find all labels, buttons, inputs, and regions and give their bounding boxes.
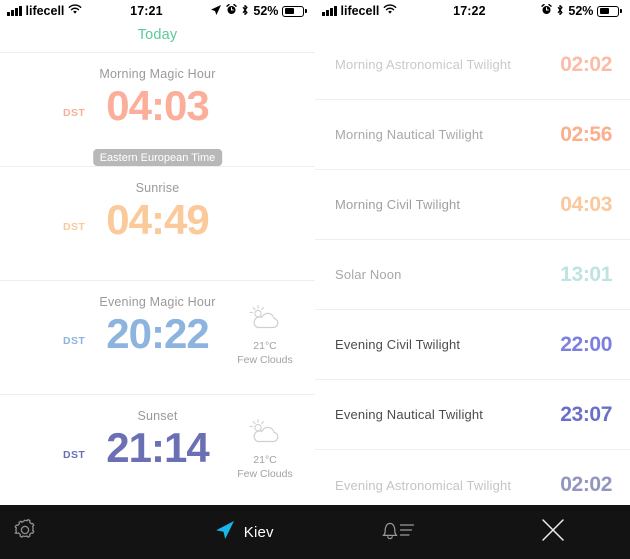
event-title: Morning Magic Hour bbox=[99, 67, 216, 81]
row-time: 02:56 bbox=[560, 122, 612, 146]
table-row[interactable]: Morning Astronomical Twilight 02:02 bbox=[315, 30, 630, 100]
event-time: 04:49 bbox=[106, 196, 209, 243]
table-row[interactable]: Evening Nautical Twilight 23:07 bbox=[315, 380, 630, 450]
event-time: 20:22 bbox=[106, 310, 209, 357]
left-panel-today-view: lifecell 17:21 52% Today Morning Magic H… bbox=[0, 0, 315, 505]
row-label: Evening Nautical Twilight bbox=[335, 407, 484, 422]
battery-icon bbox=[282, 5, 307, 17]
row-time: 22:00 bbox=[560, 332, 612, 356]
weather-temperature: 21°C bbox=[253, 340, 277, 353]
status-bar-left: lifecell 17:21 52% bbox=[0, 0, 315, 22]
sun-behind-cloud-icon bbox=[233, 303, 297, 335]
event-time: 04:03 bbox=[106, 82, 209, 129]
event-card-evening-magic-hour[interactable]: Evening Magic Hour DST 20:22 21°C Few Cl… bbox=[0, 280, 315, 394]
status-bar-right-group: 52% bbox=[210, 4, 307, 19]
location-button[interactable]: Kiev bbox=[167, 505, 322, 559]
event-card-sunset[interactable]: Sunset DST 21:14 21°C Few Clouds bbox=[0, 394, 315, 508]
event-title: Sunset bbox=[137, 409, 178, 423]
event-title: Sunrise bbox=[135, 181, 180, 195]
table-row[interactable]: Morning Civil Twilight 04:03 bbox=[315, 170, 630, 240]
row-time: 02:02 bbox=[560, 52, 612, 76]
settings-button[interactable] bbox=[0, 505, 167, 559]
alarm-clock-icon bbox=[226, 4, 238, 18]
bell-list-icon bbox=[378, 517, 418, 548]
battery-icon bbox=[597, 5, 622, 17]
close-button[interactable] bbox=[476, 505, 630, 559]
event-time: 21:14 bbox=[106, 424, 209, 471]
row-time: 02:02 bbox=[560, 473, 612, 496]
sun-behind-cloud-icon bbox=[233, 417, 297, 449]
timezone-tooltip: Eastern European Time bbox=[92, 149, 223, 166]
alarm-clock-icon bbox=[541, 4, 553, 18]
dst-badge: DST bbox=[63, 221, 86, 233]
row-time: 23:07 bbox=[560, 402, 612, 426]
carrier-label: lifecell bbox=[25, 4, 65, 18]
dst-badge: DST bbox=[63, 107, 86, 119]
signal-bars-icon bbox=[7, 6, 22, 16]
weather-summary: 21°C Few Clouds bbox=[233, 303, 297, 368]
notifications-button[interactable] bbox=[321, 505, 476, 559]
row-label: Morning Civil Twilight bbox=[335, 197, 461, 212]
wifi-icon bbox=[68, 4, 82, 18]
row-label: Morning Astronomical Twilight bbox=[335, 57, 512, 72]
battery-percent-label: 52% bbox=[253, 4, 279, 18]
dst-badge: DST bbox=[63, 449, 86, 461]
app-root: lifecell 17:21 52% Today Morning Magic H… bbox=[0, 0, 630, 559]
row-time: 13:01 bbox=[560, 262, 612, 286]
table-row[interactable]: Evening Civil Twilight 22:00 bbox=[315, 310, 630, 380]
status-bar-right-group: 52% bbox=[541, 4, 622, 19]
row-time: 04:03 bbox=[560, 192, 612, 216]
weather-condition: Few Clouds bbox=[237, 354, 293, 367]
status-bar-right: lifecell 17:22 52% bbox=[315, 0, 630, 22]
dst-badge: DST bbox=[63, 335, 86, 347]
close-x-icon bbox=[540, 517, 566, 548]
location-label: Kiev bbox=[243, 523, 274, 541]
table-row[interactable]: Morning Nautical Twilight 02:56 bbox=[315, 100, 630, 170]
event-time-row: DST 04:49 bbox=[0, 195, 315, 243]
bluetooth-icon bbox=[556, 4, 564, 19]
location-arrow-icon bbox=[214, 519, 236, 545]
weather-summary: 21°C Few Clouds bbox=[233, 417, 297, 482]
weather-temperature: 21°C bbox=[253, 454, 277, 467]
carrier-label: lifecell bbox=[340, 4, 380, 18]
event-card-morning-magic-hour[interactable]: Morning Magic Hour DST 04:03 Eastern Eur… bbox=[0, 52, 315, 166]
weather-condition: Few Clouds bbox=[237, 468, 293, 481]
twilight-list: Morning Astronomical Twilight 02:02 Morn… bbox=[315, 22, 630, 520]
right-panel-twilight-list: lifecell 17:22 52% Morning Astronomical … bbox=[315, 0, 630, 505]
row-label: Evening Civil Twilight bbox=[335, 337, 461, 352]
battery-percent-label: 52% bbox=[568, 4, 594, 18]
status-bar-left-group: lifecell bbox=[7, 4, 82, 18]
event-title: Evening Magic Hour bbox=[99, 295, 216, 309]
gear-icon bbox=[12, 517, 38, 548]
event-card-sunrise[interactable]: Sunrise DST 04:49 bbox=[0, 166, 315, 280]
status-bar-left-group: lifecell bbox=[322, 4, 397, 18]
status-bar-clock: 17:22 bbox=[453, 4, 486, 18]
event-time-row: DST 04:03 bbox=[0, 81, 315, 129]
row-label: Evening Astronomical Twilight bbox=[335, 477, 512, 493]
bottom-toolbar: Kiev bbox=[0, 505, 630, 559]
page-title: Today bbox=[137, 27, 178, 43]
row-label: Morning Nautical Twilight bbox=[335, 127, 484, 142]
wifi-icon bbox=[383, 4, 397, 18]
table-row[interactable]: Solar Noon 13:01 bbox=[315, 240, 630, 310]
row-label: Solar Noon bbox=[335, 267, 402, 282]
status-bar-clock: 17:21 bbox=[130, 4, 163, 18]
bluetooth-icon bbox=[241, 4, 249, 19]
signal-bars-icon bbox=[322, 6, 337, 16]
location-arrow-icon bbox=[210, 4, 222, 19]
